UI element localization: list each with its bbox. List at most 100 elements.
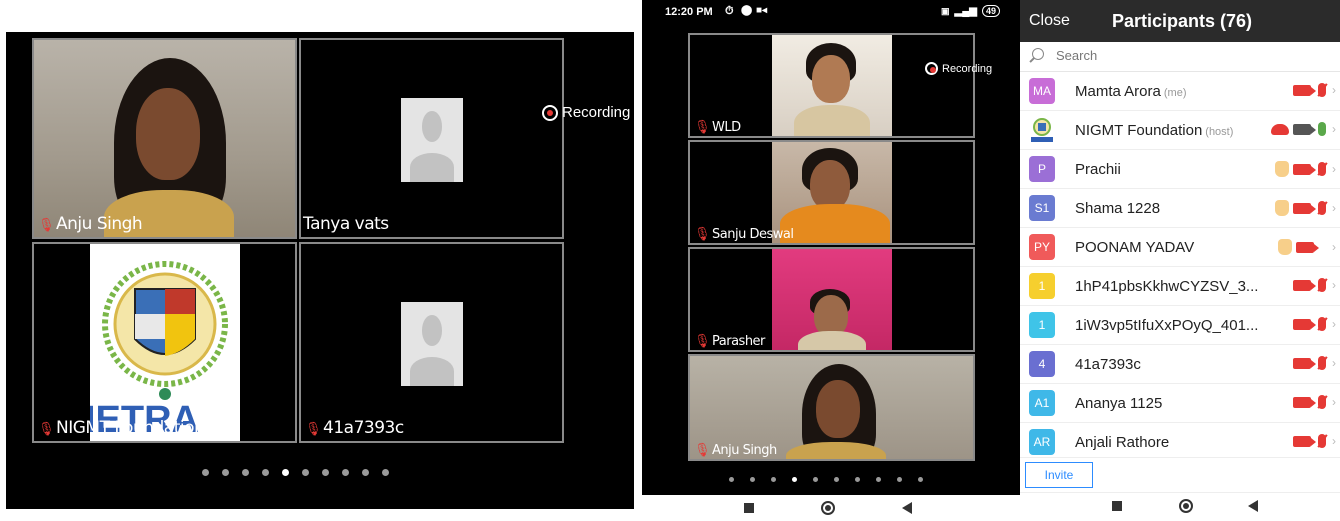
page-dot[interactable] <box>729 477 734 482</box>
mic-muted-icon <box>1318 278 1326 292</box>
raised-hand-icon <box>1278 239 1292 255</box>
video-off-icon <box>1293 435 1316 447</box>
recents-button[interactable] <box>744 503 754 513</box>
page-dot[interactable] <box>342 469 349 476</box>
more-icon[interactable]: › <box>1332 356 1336 370</box>
search-bar[interactable] <box>1020 42 1340 72</box>
page-dot[interactable] <box>750 477 755 482</box>
tile-name-label: 🎙 Parasher <box>694 334 765 349</box>
participant-name: Shama 1228 <box>1075 200 1161 217</box>
search-input[interactable] <box>1056 48 1306 63</box>
page-dot-active[interactable] <box>792 477 797 482</box>
participant-avatar: P <box>1029 156 1055 182</box>
participant-row[interactable]: P Prachii › <box>1020 150 1340 189</box>
page-dot[interactable] <box>813 477 818 482</box>
mic-muted-icon: 🎙 <box>38 422 55 437</box>
participant-row[interactable]: 4 41a7393c › <box>1020 345 1340 384</box>
participant-status-icons: › <box>1293 83 1336 97</box>
video-tile-tanya-vats[interactable]: Tanya vats <box>299 38 564 239</box>
back-button[interactable] <box>1248 500 1258 512</box>
status-bar: 12:20 PM ⏱ ⬤ ■◂ ▣ ▂▄▆ 49 <box>642 0 1020 24</box>
video-tile-sanju-deswal[interactable]: 🎙 Sanju Deswal <box>688 140 975 245</box>
video-tile-wld[interactable]: 🎙 WLD <box>688 33 975 138</box>
mic-muted-icon: 🎙 <box>694 120 711 135</box>
page-dot[interactable] <box>302 469 309 476</box>
page-dot[interactable] <box>362 469 369 476</box>
mic-on-icon <box>1318 122 1326 136</box>
video-off-icon <box>1293 84 1316 96</box>
invite-button[interactable]: Invite <box>1025 462 1093 488</box>
page-dot[interactable] <box>262 469 269 476</box>
participant-video <box>772 35 892 136</box>
participant-row[interactable]: MA Mamta Arora (me) › <box>1020 72 1340 111</box>
more-icon[interactable]: › <box>1332 434 1336 448</box>
ietra-logo-icon: IETRA <box>90 261 228 441</box>
page-dot[interactable] <box>382 469 389 476</box>
participant-row[interactable]: A1 Ananya 1125 › <box>1020 384 1340 423</box>
more-icon[interactable]: › <box>1332 278 1336 292</box>
more-icon[interactable]: › <box>1332 240 1336 254</box>
participant-row[interactable]: PY POONAM YADAV › <box>1020 228 1340 267</box>
tile-name-label: 🎙 41a7393c <box>305 418 404 438</box>
shield-icon: ⬤ <box>741 5 753 16</box>
page-dot[interactable] <box>855 477 860 482</box>
more-icon[interactable]: › <box>1332 83 1336 97</box>
more-icon[interactable]: › <box>1332 395 1336 409</box>
participant-row[interactable]: NIGMT Foundation (host) › <box>1020 111 1340 150</box>
page-dot[interactable] <box>918 477 923 482</box>
recents-button[interactable] <box>1112 501 1122 511</box>
participant-row[interactable]: 1 1iW3vp5tIfuXxPOyQ_401... › <box>1020 306 1340 345</box>
participant-name: 1hP41pbsKkhwCYZSV_3... <box>1075 278 1259 295</box>
participant-status-icons: › <box>1275 200 1336 216</box>
recording-indicator: Recording <box>542 104 630 121</box>
tile-name-label: 🎙 WLD <box>694 120 741 135</box>
participants-panel: Close Participants (76) MA Mamta Arora(m… <box>1020 0 1340 521</box>
video-tile-anju-singh[interactable]: 🎙 Anju Singh <box>688 354 975 461</box>
participants-title: Participants (76) <box>1112 11 1253 31</box>
page-dot[interactable] <box>322 469 329 476</box>
page-dot[interactable] <box>222 469 229 476</box>
participant-name: NIGMT Foundation (host) <box>1075 122 1234 139</box>
video-tile-anju-singh[interactable]: 🎙 Anju Singh <box>32 38 297 239</box>
video-tile-nigmt-foundation[interactable]: IETRA 🎙 NIGMT Foundation <box>32 242 297 443</box>
back-button[interactable] <box>902 502 912 514</box>
video-tile-41a7393c[interactable]: 🎙 41a7393c <box>299 242 564 443</box>
participant-avatar: 1 <box>1029 312 1055 338</box>
gallery-page-indicator[interactable] <box>729 477 923 482</box>
ietra-logo-icon <box>1031 118 1053 142</box>
participant-name: Prachii <box>1075 161 1121 178</box>
close-button[interactable]: Close <box>1029 12 1070 30</box>
participant-row[interactable]: 1 1hP41pbsKkhwCYZSV_3... › <box>1020 267 1340 306</box>
video-off-icon <box>1293 357 1316 369</box>
recording-indicator: Recording <box>925 62 992 75</box>
participant-name: POONAM YADAV <box>1075 239 1195 256</box>
page-dot[interactable] <box>771 477 776 482</box>
mic-muted-icon <box>1318 317 1326 331</box>
gallery-view-screen: 🎙Anju Singh Tanya vats Recording IETRA � <box>6 32 634 509</box>
more-icon[interactable]: › <box>1332 201 1336 215</box>
more-icon[interactable]: › <box>1332 317 1336 331</box>
more-icon[interactable]: › <box>1332 122 1336 136</box>
video-off-icon <box>1293 163 1316 175</box>
page-dot[interactable] <box>897 477 902 482</box>
page-dot[interactable] <box>202 469 209 476</box>
page-dot[interactable] <box>834 477 839 482</box>
home-button[interactable] <box>1179 499 1193 513</box>
participant-row[interactable]: S1 Shama 1228 › <box>1020 189 1340 228</box>
page-dot[interactable] <box>242 469 249 476</box>
participant-row[interactable]: AR Anjali Rathore › <box>1020 423 1340 458</box>
video-off-icon <box>1296 241 1319 253</box>
avatar-placeholder-icon <box>401 302 463 386</box>
page-dot[interactable] <box>876 477 881 482</box>
volte-icon: ▣ <box>941 5 950 16</box>
home-button[interactable] <box>821 501 835 515</box>
video-off-icon <box>1293 396 1316 408</box>
gallery-page-indicator[interactable] <box>202 469 389 476</box>
page-dot-active[interactable] <box>282 469 289 476</box>
video-tile-parasher[interactable]: 🎙 Parasher <box>688 247 975 352</box>
participant-name: Mamta Arora (me) <box>1075 83 1187 100</box>
signal-icon: ▂▄▆ <box>954 5 977 17</box>
participant-name: 1iW3vp5tIfuXxPOyQ_401... <box>1075 317 1259 334</box>
participant-status-icons: › <box>1293 356 1336 370</box>
more-icon[interactable]: › <box>1332 162 1336 176</box>
